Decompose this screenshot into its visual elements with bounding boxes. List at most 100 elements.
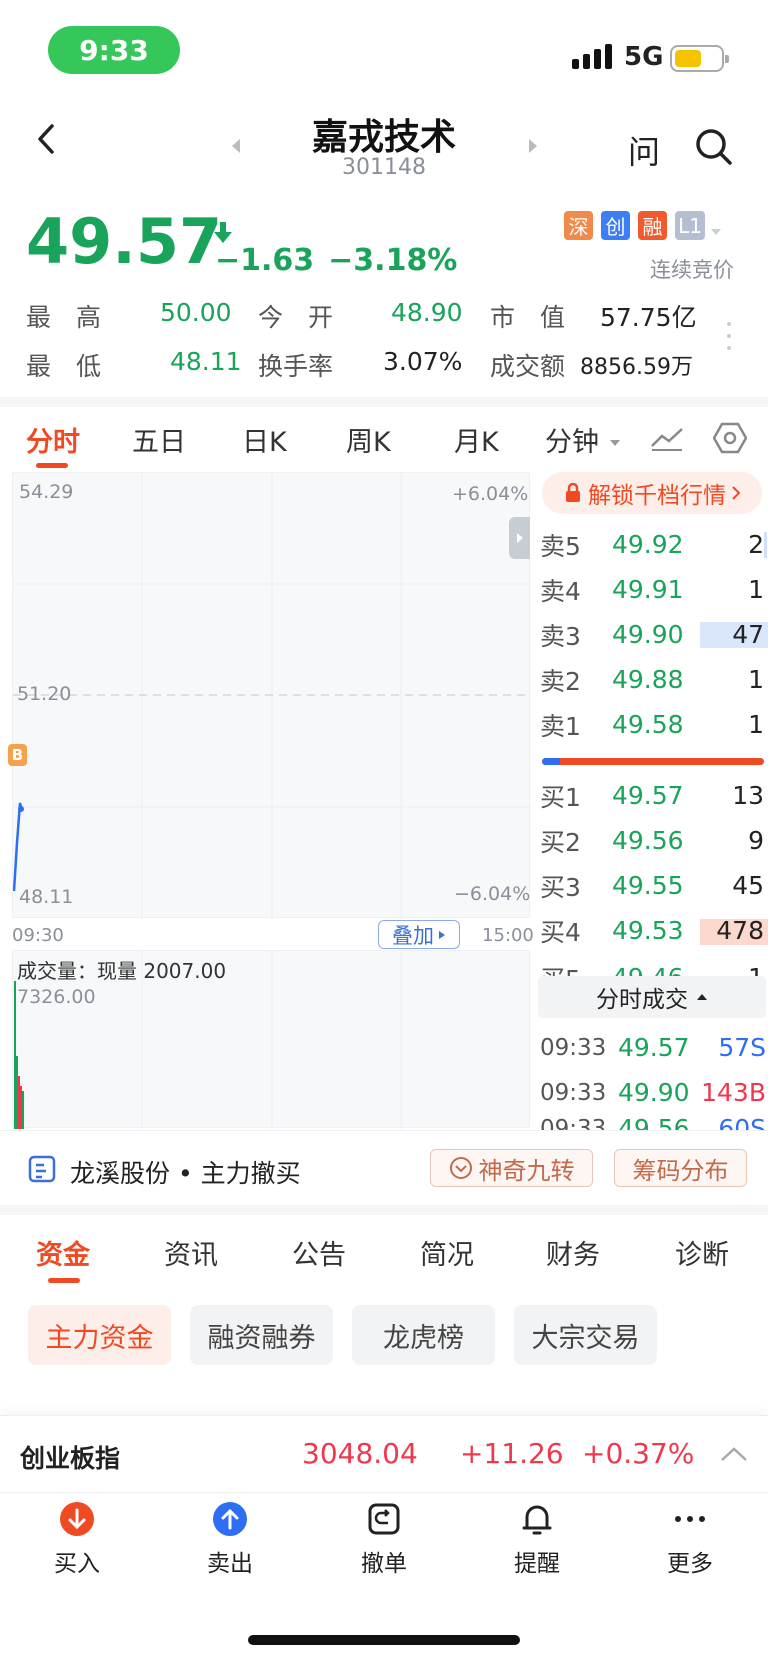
overlay-label: 叠加: [392, 923, 434, 948]
subtab-dragon-tiger[interactable]: 龙虎榜: [352, 1305, 495, 1365]
cancel-order-icon: [368, 1503, 400, 1535]
ask-volume: 2: [748, 530, 764, 559]
chip-distribution-button[interactable]: 筹码分布: [614, 1149, 747, 1187]
chart-settings-icon[interactable]: [712, 422, 748, 458]
ask-volume: 1: [748, 665, 764, 694]
ask-label: 卖5: [540, 531, 581, 561]
ask-price: 49.91: [612, 575, 684, 604]
trade-time: 09:33: [540, 1079, 607, 1106]
buy-label: 买入: [54, 1551, 100, 1577]
stat-mcap-value: 57.75亿: [600, 303, 697, 332]
index-name: 创业板指: [20, 1444, 121, 1473]
section-tab-financials[interactable]: 财务: [546, 1233, 600, 1272]
cancel-order-button[interactable]: 撤单: [334, 1500, 434, 1578]
chevron-up-icon[interactable]: [720, 1446, 748, 1466]
bid-volume: 45: [732, 871, 764, 900]
y-axis-min-pct: −6.04%: [454, 883, 531, 905]
section-tab-diagnosis[interactable]: 诊断: [675, 1233, 729, 1272]
trade-price: 49.57: [618, 1033, 690, 1062]
trade-row: 09:33 49.56 60S: [540, 1118, 768, 1130]
tab-five-day[interactable]: 五日: [132, 420, 186, 459]
subtab-main-funds[interactable]: 主力资金: [28, 1305, 171, 1365]
section-tab-news[interactable]: 资讯: [164, 1233, 218, 1272]
subtab-block-trade[interactable]: 大宗交易: [514, 1305, 657, 1365]
bid-label: 买5: [540, 963, 612, 978]
ask-row-5: 卖5 49.92 2: [540, 522, 768, 567]
indicator-icon[interactable]: [650, 424, 684, 456]
lock-icon: [566, 483, 580, 502]
trade-time: 09:33: [540, 1118, 618, 1130]
index-value: 3048.04: [302, 1437, 418, 1470]
stat-amount-label: 成交额: [490, 352, 566, 381]
tab-weekly-k[interactable]: 周K: [346, 420, 391, 459]
divider: [0, 397, 768, 407]
section-tab-announcements[interactable]: 公告: [292, 1233, 346, 1272]
trade-row: 09:33 49.57 57S: [540, 1025, 768, 1070]
tag-dropdown-icon[interactable]: [710, 221, 722, 240]
ask-price: 49.92: [612, 530, 684, 559]
chart-expand-handle[interactable]: [509, 517, 530, 559]
trades-label: 分时成交: [596, 987, 688, 1013]
buy-button[interactable]: 买入: [27, 1500, 127, 1578]
bell-icon: [522, 1505, 552, 1535]
x-axis-end: 15:00: [482, 925, 534, 946]
alert-button[interactable]: 提醒: [487, 1500, 587, 1578]
stat-low-value: 48.11: [170, 347, 242, 376]
ask-price: 49.88: [612, 665, 684, 694]
buy-marker[interactable]: B: [8, 744, 27, 766]
subtab-margin[interactable]: 融资融券: [190, 1305, 333, 1365]
trades-header-button[interactable]: 分时成交: [538, 976, 766, 1018]
trade-volume: 143B: [701, 1078, 766, 1107]
volume-max: 7326.00: [17, 986, 96, 1008]
stat-amount-value: 8856.59万: [580, 355, 693, 380]
cancel-order-label: 撤单: [361, 1551, 407, 1577]
bid-row-3: 买3 49.55 45: [540, 863, 768, 908]
bid-volume: 1: [708, 963, 764, 977]
ask-price: 49.90: [612, 620, 684, 649]
ask-row-3: 卖3 49.90 47: [540, 612, 768, 657]
ask-volume: 47: [732, 620, 764, 649]
overlay-button[interactable]: 叠加: [378, 920, 460, 949]
tab-minute[interactable]: 分钟: [545, 420, 599, 459]
bid-ask-ratio-bar: [542, 758, 764, 765]
tag-rong: 融: [638, 211, 667, 240]
stat-open-label: 今 开: [258, 303, 334, 332]
x-axis-start: 09:30: [12, 925, 64, 946]
y-axis-mid: 51.20: [17, 683, 72, 705]
magic-nine-button[interactable]: 神奇九转: [430, 1149, 593, 1187]
sell-label: 卖出: [207, 1551, 253, 1577]
next-stock-icon[interactable]: [527, 138, 539, 158]
sell-button[interactable]: 卖出: [180, 1500, 280, 1578]
more-stats-icon[interactable]: [726, 320, 732, 356]
bid-volume: 9: [748, 826, 764, 855]
tab-daily-k[interactable]: 日K: [242, 420, 287, 459]
tab-monthly-k[interactable]: 月K: [454, 420, 499, 459]
ask-volume-bar: [764, 532, 767, 558]
search-icon[interactable]: [694, 127, 734, 171]
bid-price: 49.57: [612, 781, 684, 810]
intraday-chart[interactable]: [12, 472, 531, 919]
more-label: 更多: [667, 1551, 713, 1577]
more-button[interactable]: 更多: [640, 1500, 740, 1578]
bid-label: 买3: [540, 872, 581, 902]
news-text[interactable]: 龙溪股份 • 主力撤买: [70, 1154, 301, 1190]
magic-nine-label: 神奇九转: [478, 1156, 575, 1185]
trade-row-clip: 09:33 49.56 60S: [540, 1118, 768, 1130]
stat-high-label: 最 高: [26, 303, 102, 332]
divider: [0, 1205, 768, 1215]
unlock-depth-button[interactable]: 解锁千档行情: [542, 472, 762, 514]
section-tab-funds[interactable]: 资金: [36, 1233, 90, 1272]
signal-icon: [572, 44, 612, 69]
price-change-pct: −3.18%: [328, 243, 458, 278]
bid-label: 买1: [540, 782, 581, 812]
tab-intraday[interactable]: 分时: [26, 420, 80, 459]
ask-row-4: 卖4 49.91 1: [540, 567, 768, 612]
news-doc-icon: [28, 1155, 56, 1187]
trade-row: 09:33 49.90 143B: [540, 1070, 768, 1115]
section-tab-overview[interactable]: 简况: [420, 1233, 474, 1272]
network-label: 5G: [624, 42, 664, 72]
trade-volume: 57S: [718, 1033, 766, 1062]
ask-button[interactable]: 问: [628, 127, 660, 173]
trade-price: 49.90: [618, 1078, 690, 1107]
minute-dropdown-icon[interactable]: [609, 432, 621, 451]
